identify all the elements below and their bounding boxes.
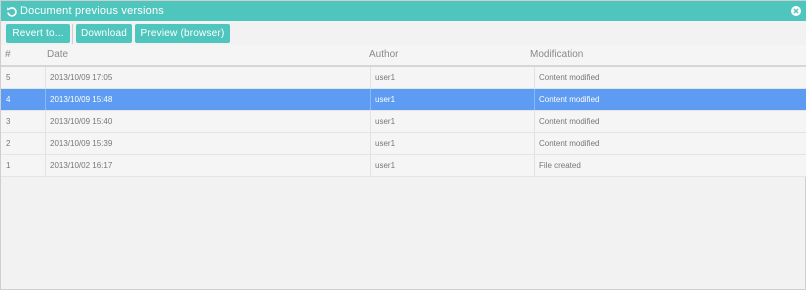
dialog-titlebar[interactable]: Document previous versions: [1, 1, 806, 21]
column-divider: [45, 155, 46, 176]
table-row[interactable]: 3 2013/10/09 15:40 user1 Content modifie…: [1, 111, 806, 133]
row-date: 2013/10/09 15:48: [50, 95, 113, 104]
row-author: user1: [375, 139, 396, 148]
row-date: 2013/10/09 15:39: [50, 139, 113, 148]
row-date: 2013/10/02 16:17: [50, 161, 113, 170]
row-number: 3: [6, 117, 11, 126]
column-header-number[interactable]: #: [5, 45, 11, 65]
table-row[interactable]: 4 2013/10/09 15:48 user1 Content modifie…: [1, 89, 806, 111]
row-author: user1: [375, 95, 396, 104]
column-divider: [534, 67, 535, 88]
column-divider: [45, 89, 46, 110]
column-header-date[interactable]: Date: [47, 45, 68, 65]
close-icon[interactable]: [791, 6, 801, 16]
revert-button[interactable]: Revert to...: [6, 24, 70, 43]
row-modification: Content modified: [539, 117, 600, 126]
row-modification: Content modified: [539, 139, 600, 148]
row-number: 2: [6, 139, 11, 148]
toolbar: Revert to... Download Preview (browser): [1, 21, 806, 45]
versions-table-body: 5 2013/10/09 17:05 user1 Content modifie…: [1, 67, 806, 177]
column-divider: [370, 67, 371, 88]
column-divider: [45, 111, 46, 132]
download-button[interactable]: Download: [76, 24, 132, 43]
row-author: user1: [375, 73, 396, 82]
toolbar-separator: [72, 24, 73, 44]
column-header-modification[interactable]: Modification: [530, 45, 583, 65]
column-divider: [370, 133, 371, 154]
table-row[interactable]: 2 2013/10/09 15:39 user1 Content modifie…: [1, 133, 806, 155]
table-header: # Date Author Modification: [1, 45, 806, 67]
column-divider: [45, 67, 46, 88]
row-number: 1: [6, 161, 11, 170]
table-row[interactable]: 5 2013/10/09 17:05 user1 Content modifie…: [1, 67, 806, 89]
row-modification: Content modified: [539, 95, 600, 104]
column-divider: [534, 111, 535, 132]
column-divider: [370, 89, 371, 110]
row-number: 4: [6, 95, 11, 104]
column-divider: [534, 155, 535, 176]
row-author: user1: [375, 117, 396, 126]
column-divider: [370, 155, 371, 176]
table-row[interactable]: 1 2013/10/02 16:17 user1 File created: [1, 155, 806, 177]
column-divider: [534, 133, 535, 154]
row-modification: File created: [539, 161, 581, 170]
row-author: user1: [375, 161, 396, 170]
column-header-author[interactable]: Author: [369, 45, 398, 65]
row-modification: Content modified: [539, 73, 600, 82]
versions-dialog: Document previous versions Revert to... …: [0, 0, 806, 290]
column-divider: [370, 111, 371, 132]
row-number: 5: [6, 73, 11, 82]
dialog-title: Document previous versions: [20, 5, 164, 17]
preview-button[interactable]: Preview (browser): [135, 24, 230, 43]
column-divider: [45, 133, 46, 154]
row-date: 2013/10/09 15:40: [50, 117, 113, 126]
history-icon: [6, 5, 18, 17]
row-date: 2013/10/09 17:05: [50, 73, 113, 82]
column-divider: [534, 89, 535, 110]
